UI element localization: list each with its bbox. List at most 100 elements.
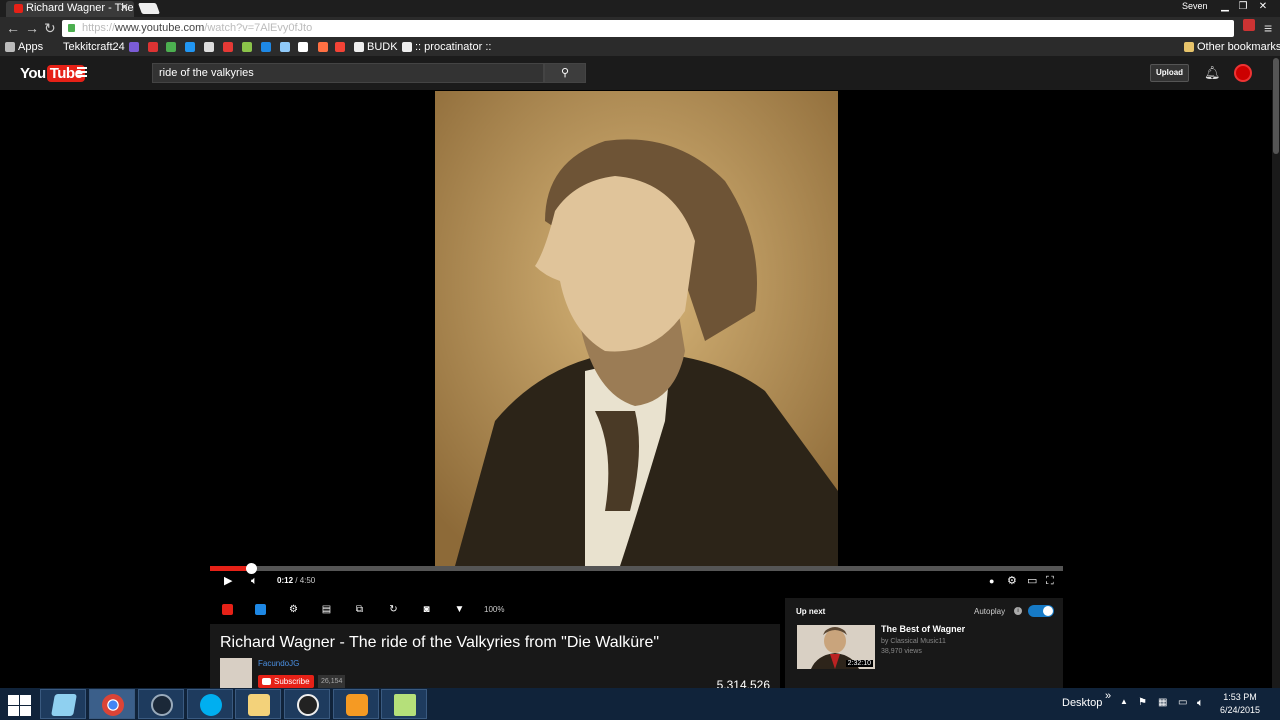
bookmark-twitch-icon[interactable] bbox=[129, 42, 139, 52]
back-arrow-icon[interactable]: ← bbox=[6, 20, 20, 36]
windows-tray-icon[interactable]: ▦ bbox=[1158, 697, 1167, 708]
bookmark-page-icon[interactable] bbox=[204, 42, 214, 52]
hamburger-menu-icon[interactable] bbox=[77, 67, 87, 77]
volume-icon[interactable]: 🔈︎ bbox=[251, 575, 258, 587]
orange-app-icon bbox=[346, 694, 368, 716]
taskbar-obs-app[interactable] bbox=[284, 689, 330, 719]
url-host: www.youtube.com bbox=[115, 22, 205, 34]
bookmark-procatinator[interactable]: :: procatinator :: bbox=[415, 41, 491, 53]
upload-button[interactable]: Upload bbox=[1150, 64, 1189, 82]
taskbar-notepad-app[interactable] bbox=[381, 689, 427, 719]
enhancer-filter-icon[interactable]: ▼ bbox=[454, 604, 465, 615]
bookmarks-bar: Apps Tekkitcraft24 BUDK :: procatinator … bbox=[0, 39, 1280, 56]
enhancer-popout-icon[interactable]: ⧉ bbox=[354, 604, 365, 615]
taskbar-chrome-app[interactable] bbox=[89, 689, 135, 719]
enhancer-gear-icon[interactable]: ⚙ bbox=[288, 604, 299, 615]
bookmark-mail-icon[interactable] bbox=[280, 42, 290, 52]
profile-name[interactable]: Seven bbox=[1182, 1, 1208, 11]
taskbar-folder-app[interactable] bbox=[235, 689, 281, 719]
apps-grid-icon bbox=[5, 42, 15, 52]
bookmark-blue-icon[interactable] bbox=[185, 42, 195, 52]
search-input[interactable]: ride of the valkyries bbox=[152, 63, 544, 83]
folder-icon bbox=[248, 694, 270, 716]
enhancer-toolbar: ⚙ ▤ ⧉ ↻ ◙ ▼ 100% bbox=[210, 598, 778, 622]
enhancer-camera-icon[interactable]: ◙ bbox=[421, 604, 432, 615]
forward-arrow-icon[interactable]: → bbox=[25, 20, 39, 36]
window-close-icon[interactable]: ✕ bbox=[1254, 0, 1272, 14]
taskbar-orange-app[interactable] bbox=[333, 689, 379, 719]
avatar[interactable] bbox=[1234, 64, 1252, 82]
annotations-icon[interactable]: ● bbox=[989, 575, 994, 587]
theater-mode-icon[interactable]: ▭ bbox=[1027, 575, 1037, 587]
bookmark-other[interactable]: Other bookmarks bbox=[1197, 41, 1280, 53]
bookmark-gmail-icon[interactable] bbox=[335, 42, 345, 52]
channel-avatar[interactable] bbox=[220, 658, 252, 688]
up-next-label: Up next bbox=[796, 607, 826, 616]
enhancer-blue-icon[interactable] bbox=[255, 604, 266, 615]
reload-icon[interactable]: ↻ bbox=[44, 20, 56, 36]
youtube-logo[interactable]: You Tube bbox=[20, 65, 86, 82]
chrome-icon bbox=[102, 694, 124, 716]
play-icon[interactable]: ▶ bbox=[224, 575, 232, 587]
windows-start-icon[interactable] bbox=[6, 694, 32, 716]
bookmark-green-icon[interactable] bbox=[166, 42, 176, 52]
bookmark-target-icon[interactable] bbox=[223, 42, 233, 52]
bookmark-tekkitcraft24[interactable]: Tekkitcraft24 bbox=[63, 41, 125, 53]
bell-icon[interactable]: 🔔︎ bbox=[1204, 65, 1221, 81]
bookmark-steam-icon[interactable] bbox=[298, 42, 308, 52]
enhancer-film-icon[interactable]: ▤ bbox=[321, 604, 332, 615]
logo-you: You bbox=[20, 65, 46, 82]
taskbar-clock[interactable]: 1:53 PM 6/24/2015 bbox=[1215, 691, 1265, 717]
bookmark-link-icon[interactable] bbox=[261, 42, 271, 52]
subscribe-button[interactable]: Subscribe bbox=[258, 675, 314, 688]
enhancer-logo-icon[interactable] bbox=[222, 604, 233, 615]
channel-name[interactable]: FacundoJG bbox=[258, 659, 299, 668]
taskbar-explorer-app[interactable] bbox=[40, 689, 86, 719]
new-tab-button[interactable] bbox=[137, 3, 161, 14]
youtube-play-icon bbox=[262, 678, 271, 685]
toolbar-overflow-icon[interactable]: » bbox=[1105, 690, 1111, 702]
zoom-level: 100% bbox=[484, 605, 505, 614]
settings-gear-icon[interactable]: ⚙ bbox=[1007, 575, 1017, 587]
minimize-icon[interactable]: ▁ bbox=[1216, 0, 1234, 14]
browser-tab[interactable]: Richard Wagner - The ride of the Valkyri… bbox=[6, 1, 134, 17]
chrome-menu-icon[interactable]: ≡ bbox=[1264, 20, 1272, 36]
search-button[interactable]: ⚲ bbox=[544, 63, 586, 83]
bookmark-budk[interactable]: BUDK bbox=[367, 41, 398, 53]
network-icon[interactable]: ▭ bbox=[1178, 697, 1187, 708]
autoplay-toggle[interactable] bbox=[1028, 605, 1054, 617]
speaker-icon[interactable]: 🔈︎ bbox=[1197, 697, 1204, 710]
restore-icon[interactable]: ❐ bbox=[1234, 0, 1252, 14]
taskbar-steam-app[interactable] bbox=[138, 689, 184, 719]
scrollbar-thumb[interactable] bbox=[1273, 58, 1279, 154]
page-scrollbar[interactable] bbox=[1272, 56, 1280, 688]
autoplay-label: Autoplay bbox=[974, 607, 1006, 616]
desktop-toolbar-label[interactable]: Desktop bbox=[1062, 697, 1102, 709]
up-next-duration: 2:32:10 bbox=[845, 660, 873, 667]
adblock-extension-icon[interactable] bbox=[1243, 19, 1255, 31]
action-center-flag-icon[interactable]: ⚑ bbox=[1138, 697, 1147, 708]
enhancer-loop-icon[interactable]: ↻ bbox=[388, 604, 399, 615]
video-player-frame[interactable] bbox=[435, 91, 838, 566]
steam-icon bbox=[151, 694, 173, 716]
tray-expand-icon[interactable]: ▲ bbox=[1120, 697, 1128, 706]
tab-close-icon[interactable]: ✕ bbox=[120, 1, 129, 16]
up-next-thumbnail[interactable]: 2:32:10 bbox=[797, 625, 875, 669]
duration: 4:50 bbox=[299, 576, 316, 585]
url-path: /watch?v=7AlEvy0fJto bbox=[204, 22, 313, 34]
current-time: 0:12 bbox=[277, 576, 294, 585]
toggle-knob bbox=[1043, 606, 1053, 616]
bookmark-red-icon[interactable] bbox=[148, 42, 158, 52]
address-bar[interactable]: https://www.youtube.com/watch?v=7AlEvy0f… bbox=[62, 20, 1234, 37]
bookmark-apps[interactable]: Apps bbox=[18, 41, 43, 53]
browser-toolbar: ← → ↻ https://www.youtube.com/watch?v=7A… bbox=[0, 17, 1280, 39]
info-icon[interactable]: i bbox=[1014, 607, 1022, 615]
fullscreen-icon[interactable]: ⛶ bbox=[1046, 575, 1054, 587]
subscriber-count: 26,154 bbox=[318, 675, 346, 688]
taskbar-skype-app[interactable] bbox=[187, 689, 233, 719]
up-next-title[interactable]: The Best of Wagner bbox=[881, 624, 965, 634]
bookmark-flag-icon[interactable] bbox=[318, 42, 328, 52]
player-controls: ▶ 🔈︎ 0:12 / 4:50 ● ⚙ ▭ ⛶ bbox=[210, 571, 1063, 591]
bookmark-pencil-icon[interactable] bbox=[242, 42, 252, 52]
youtube-favicon-icon bbox=[14, 4, 23, 13]
